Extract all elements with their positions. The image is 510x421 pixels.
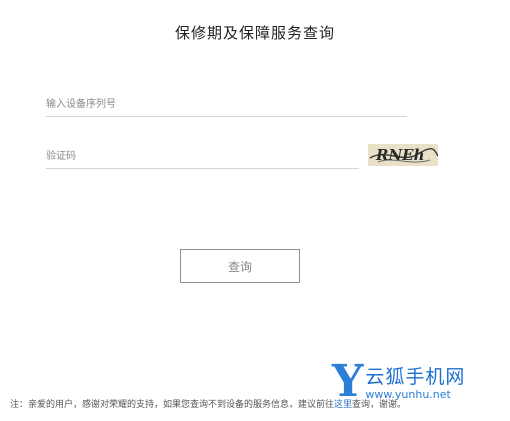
captcha-image[interactable]: RNEh [368,144,438,166]
page-title: 保修期及保障服务查询 [174,24,335,42]
serial-number-field[interactable] [46,92,407,117]
watermark-letter: Y [332,356,364,407]
serial-number-input[interactable] [46,93,407,116]
watermark-text: 云狐手机网 www.yunhu.net [365,366,465,402]
footer-note-prefix: 注：亲爱的用户，感谢对荣耀的支持，如果您查询不到设备的服务信息，建议前往 [10,400,335,410]
query-button[interactable]: 查询 [180,249,300,283]
watermark-name: 云狐手机网 [365,366,466,388]
watermark-url: www.yunhu.net [365,388,451,401]
watermark-logo: Y 云狐手机网 www.yunhu.net [332,360,465,404]
captcha-input[interactable] [46,145,359,168]
captcha-text: RNEh [376,146,425,164]
captcha-field[interactable] [46,144,359,169]
